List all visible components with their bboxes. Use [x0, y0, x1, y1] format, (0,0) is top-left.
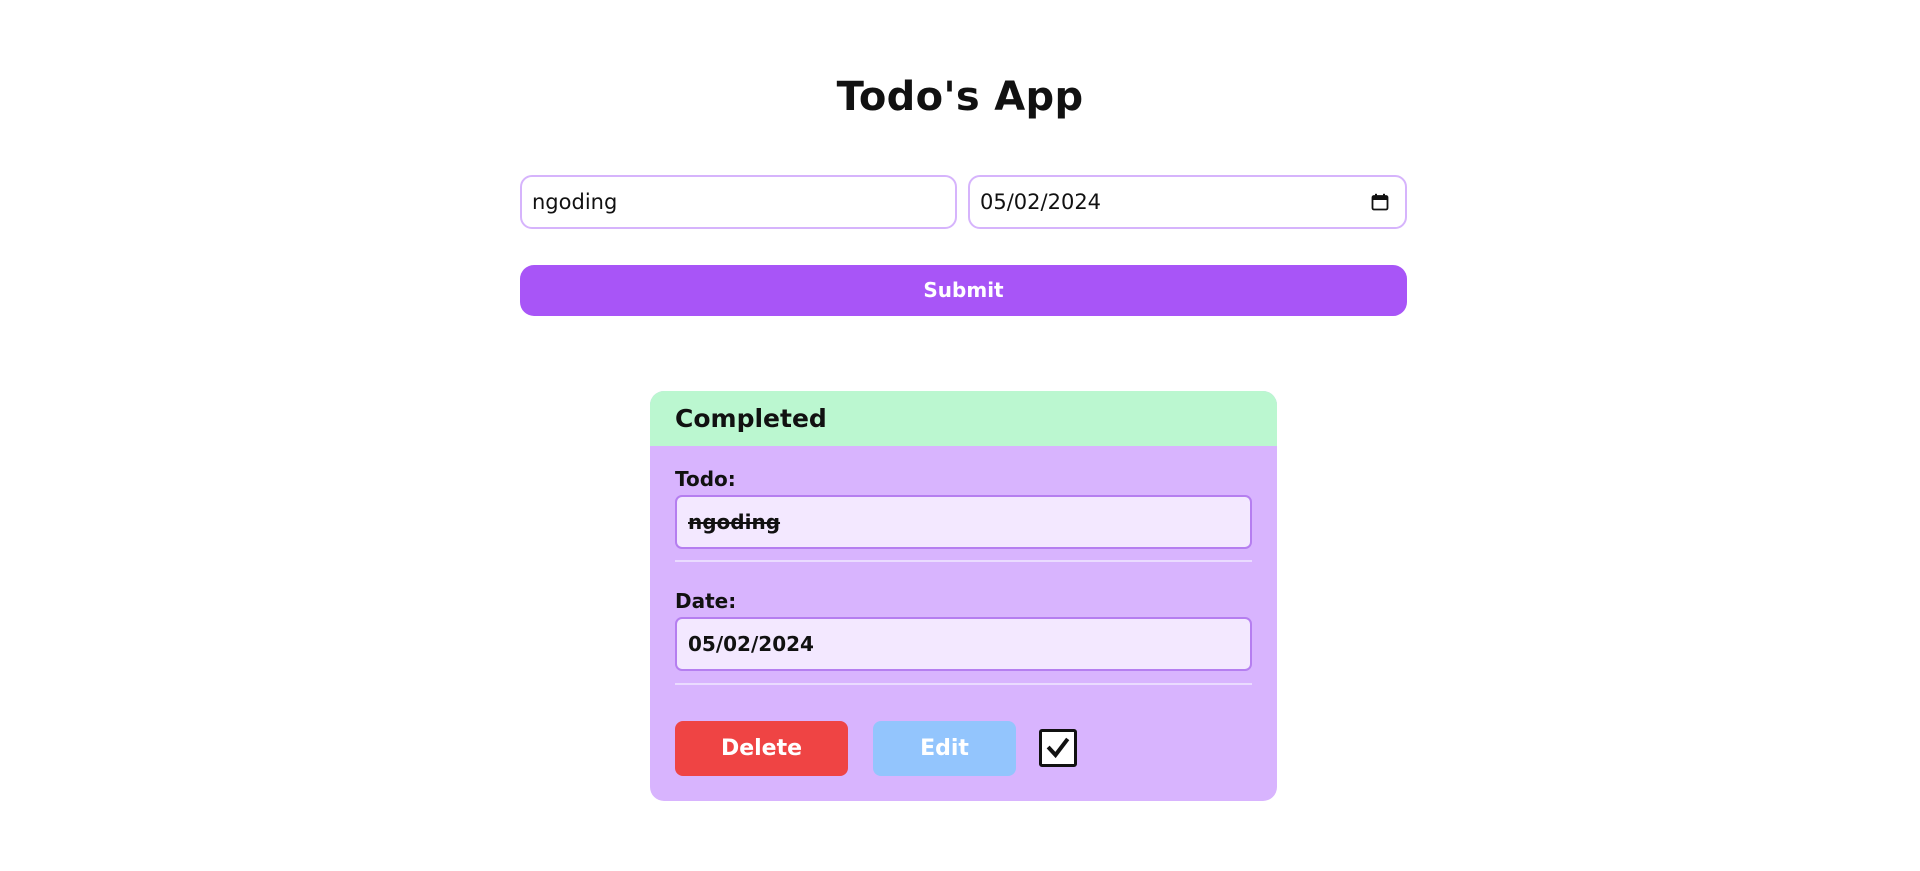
page-title: Todo's App [836, 74, 1084, 120]
todo-field-label: Todo: [675, 467, 736, 491]
completed-checkbox[interactable] [1039, 729, 1077, 767]
divider [675, 560, 1252, 562]
todo-input-value: ngoding [532, 190, 618, 214]
todo-card: Completed Todo: ngoding Date: 05/02/2024… [650, 391, 1277, 801]
edit-button[interactable]: Edit [873, 721, 1016, 776]
todo-field-value: ngoding [688, 510, 781, 534]
date-field-label: Date: [675, 589, 737, 613]
date-field[interactable]: 05/02/2024 [675, 617, 1252, 671]
submit-button[interactable]: Submit [520, 265, 1407, 316]
date-input-value: 05/02/2024 [980, 190, 1102, 214]
todo-app: Todo's App ngoding 05/02/2024 Submit Com… [0, 0, 1920, 871]
calendar-icon[interactable] [1371, 193, 1389, 211]
divider [675, 683, 1252, 685]
checkmark-icon [1046, 737, 1070, 759]
date-input[interactable]: 05/02/2024 [968, 175, 1407, 229]
card-status-header: Completed [650, 391, 1277, 446]
todo-field[interactable]: ngoding [675, 495, 1252, 549]
status-label: Completed [675, 404, 827, 433]
date-field-value: 05/02/2024 [688, 632, 814, 656]
delete-button[interactable]: Delete [675, 721, 848, 776]
todo-input[interactable]: ngoding [520, 175, 957, 229]
